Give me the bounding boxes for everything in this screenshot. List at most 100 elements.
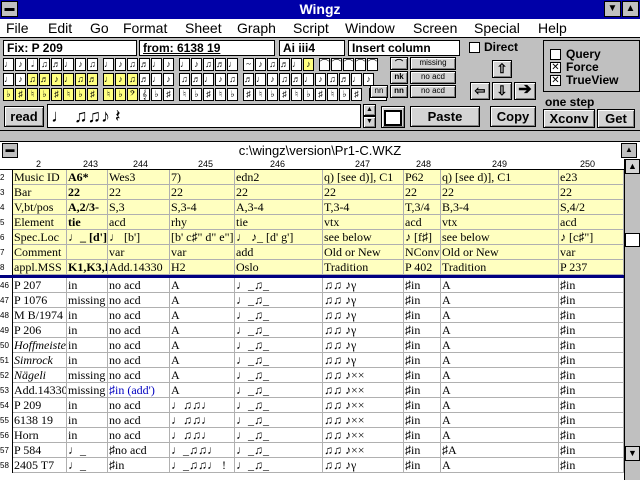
table-cell[interactable]: ♯in xyxy=(559,293,624,308)
table-cell[interactable]: ♩♫♫♩ xyxy=(170,413,235,428)
table-cell[interactable]: tie xyxy=(235,215,323,230)
from-field[interactable]: from: 6138 19 xyxy=(139,40,275,56)
xconv-button[interactable]: Xconv xyxy=(543,109,595,128)
row-label-cell[interactable]: Horn xyxy=(13,428,67,443)
table-cell[interactable]: no acd xyxy=(108,278,170,293)
table-cell[interactable]: ♩_♫_ xyxy=(235,323,323,338)
table-cell[interactable]: 22 xyxy=(67,185,108,200)
table-cell[interactable]: A xyxy=(441,368,559,383)
table-cell[interactable]: A6* xyxy=(67,170,108,185)
menu-window[interactable]: Window xyxy=(345,20,395,36)
table-cell[interactable]: ♯in xyxy=(559,428,624,443)
table-cell[interactable]: A xyxy=(441,323,559,338)
table-cell[interactable]: S,3 xyxy=(108,200,170,215)
document-maximize-icon[interactable]: ▲ xyxy=(621,143,637,158)
table-cell[interactable]: ♫♫ ♪×× xyxy=(323,428,404,443)
table-cell[interactable]: Add.14330 xyxy=(108,260,170,275)
table-cell[interactable]: no acd xyxy=(108,293,170,308)
row-number[interactable]: 50 xyxy=(0,338,13,353)
table-cell[interactable]: no acd xyxy=(108,338,170,353)
menu-help[interactable]: Help xyxy=(538,20,567,36)
table-cell[interactable]: 22 xyxy=(108,185,170,200)
table-cell[interactable]: ♩ ♪_ [d' g'] xyxy=(235,230,323,245)
menu-go[interactable]: Go xyxy=(90,20,109,36)
table-cell[interactable]: in xyxy=(67,413,108,428)
view-toggle-button[interactable] xyxy=(381,106,405,128)
menu-edit[interactable]: Edit xyxy=(48,20,72,36)
table-cell[interactable]: ♫♫ ♪γ xyxy=(323,458,404,473)
row-number[interactable]: 3 xyxy=(0,185,13,200)
row-number[interactable]: 51 xyxy=(0,353,13,368)
paste-button[interactable]: Paste xyxy=(410,106,480,127)
table-cell[interactable]: no acd xyxy=(108,428,170,443)
table-cell[interactable]: acd xyxy=(559,215,624,230)
table-cell[interactable]: vtx xyxy=(323,215,404,230)
row-number[interactable]: 49 xyxy=(0,323,13,338)
menu-script[interactable]: Script xyxy=(293,20,329,36)
table-cell[interactable]: tie xyxy=(67,215,108,230)
table-cell[interactable]: ♯in xyxy=(404,458,441,473)
table-cell[interactable]: ♯in xyxy=(559,338,624,353)
table-cell[interactable]: S,4/2 xyxy=(559,200,624,215)
table-cell[interactable]: A xyxy=(170,383,235,398)
table-cell[interactable]: ♩_♫_ xyxy=(235,338,323,353)
row-label-cell[interactable]: Bar xyxy=(13,185,67,200)
table-cell[interactable]: A xyxy=(441,383,559,398)
table-cell[interactable]: ♩ [b'] xyxy=(108,230,170,245)
notation-field[interactable]: ♩ ♫♫♪ 𝄽 xyxy=(47,104,361,128)
table-cell[interactable]: ♯in xyxy=(559,353,624,368)
table-cell[interactable]: ♯in xyxy=(559,308,624,323)
table-cell[interactable]: no acd xyxy=(108,353,170,368)
table-cell[interactable]: var xyxy=(170,245,235,260)
table-cell[interactable]: ♯in xyxy=(404,398,441,413)
column-header-248[interactable]: 248 xyxy=(416,159,431,169)
table-cell[interactable]: A xyxy=(170,323,235,338)
table-cell[interactable]: var xyxy=(559,245,624,260)
table-cell[interactable]: A xyxy=(441,278,559,293)
table-cell[interactable]: ♩_♫_ xyxy=(235,443,323,458)
table-cell[interactable]: add xyxy=(235,245,323,260)
row-label-cell[interactable]: Comment xyxy=(13,245,67,260)
table-cell[interactable]: in xyxy=(67,338,108,353)
table-cell[interactable]: no acd xyxy=(108,413,170,428)
table-cell[interactable]: NConv xyxy=(404,245,441,260)
table-cell[interactable]: rhy xyxy=(170,215,235,230)
row-label-cell[interactable]: Add.14330 xyxy=(13,383,67,398)
table-cell[interactable]: ♪ [f♯] xyxy=(404,230,441,245)
table-cell[interactable]: ♯in xyxy=(404,368,441,383)
table-cell[interactable]: missing xyxy=(67,368,108,383)
table-cell[interactable]: [b' c♯" d" e"] xyxy=(170,230,235,245)
table-cell[interactable]: Tradition xyxy=(441,260,559,275)
row-number[interactable]: 2 xyxy=(0,170,13,185)
table-cell[interactable]: ♫♫ ♪×× xyxy=(323,413,404,428)
row-number[interactable]: 6 xyxy=(0,230,13,245)
table-cell[interactable]: missing xyxy=(67,293,108,308)
table-cell[interactable]: ♯in xyxy=(559,458,624,473)
scroll-thumb[interactable] xyxy=(625,233,640,247)
row-label-cell[interactable]: Hoffmeister xyxy=(13,338,67,353)
row-number[interactable]: 8 xyxy=(0,260,13,275)
table-cell[interactable]: see below xyxy=(323,230,404,245)
row-label-cell[interactable]: P 1076 xyxy=(13,293,67,308)
table-cell[interactable]: ♩_ [d'] xyxy=(67,230,108,245)
notation-scroll-down-icon[interactable]: ▼ xyxy=(363,116,376,128)
row-label-cell[interactable]: Element xyxy=(13,215,67,230)
row-number[interactable]: 48 xyxy=(0,308,13,323)
table-cell[interactable]: ♩_♫_ xyxy=(235,308,323,323)
table-cell[interactable]: ♩_♫_ xyxy=(235,293,323,308)
table-cell[interactable]: acd xyxy=(108,215,170,230)
table-cell[interactable]: ♩_♫_ xyxy=(235,278,323,293)
table-cell[interactable]: see below xyxy=(441,230,559,245)
row-number[interactable]: 57 xyxy=(0,443,13,458)
row-number[interactable]: 58 xyxy=(0,458,13,473)
query-checkbox[interactable] xyxy=(550,49,561,60)
table-cell[interactable]: no acd xyxy=(108,398,170,413)
row-number[interactable]: 5 xyxy=(0,215,13,230)
table-cell[interactable]: ♫♫ ♪×× xyxy=(323,398,404,413)
table-cell[interactable]: H2 xyxy=(170,260,235,275)
table-cell[interactable]: ♩_♫_ xyxy=(235,458,323,473)
arrow-left-icon[interactable]: ⇦ xyxy=(470,82,490,100)
column-header-245[interactable]: 245 xyxy=(198,159,213,169)
table-cell[interactable]: A xyxy=(441,398,559,413)
nn-button[interactable]: nn xyxy=(370,85,388,98)
